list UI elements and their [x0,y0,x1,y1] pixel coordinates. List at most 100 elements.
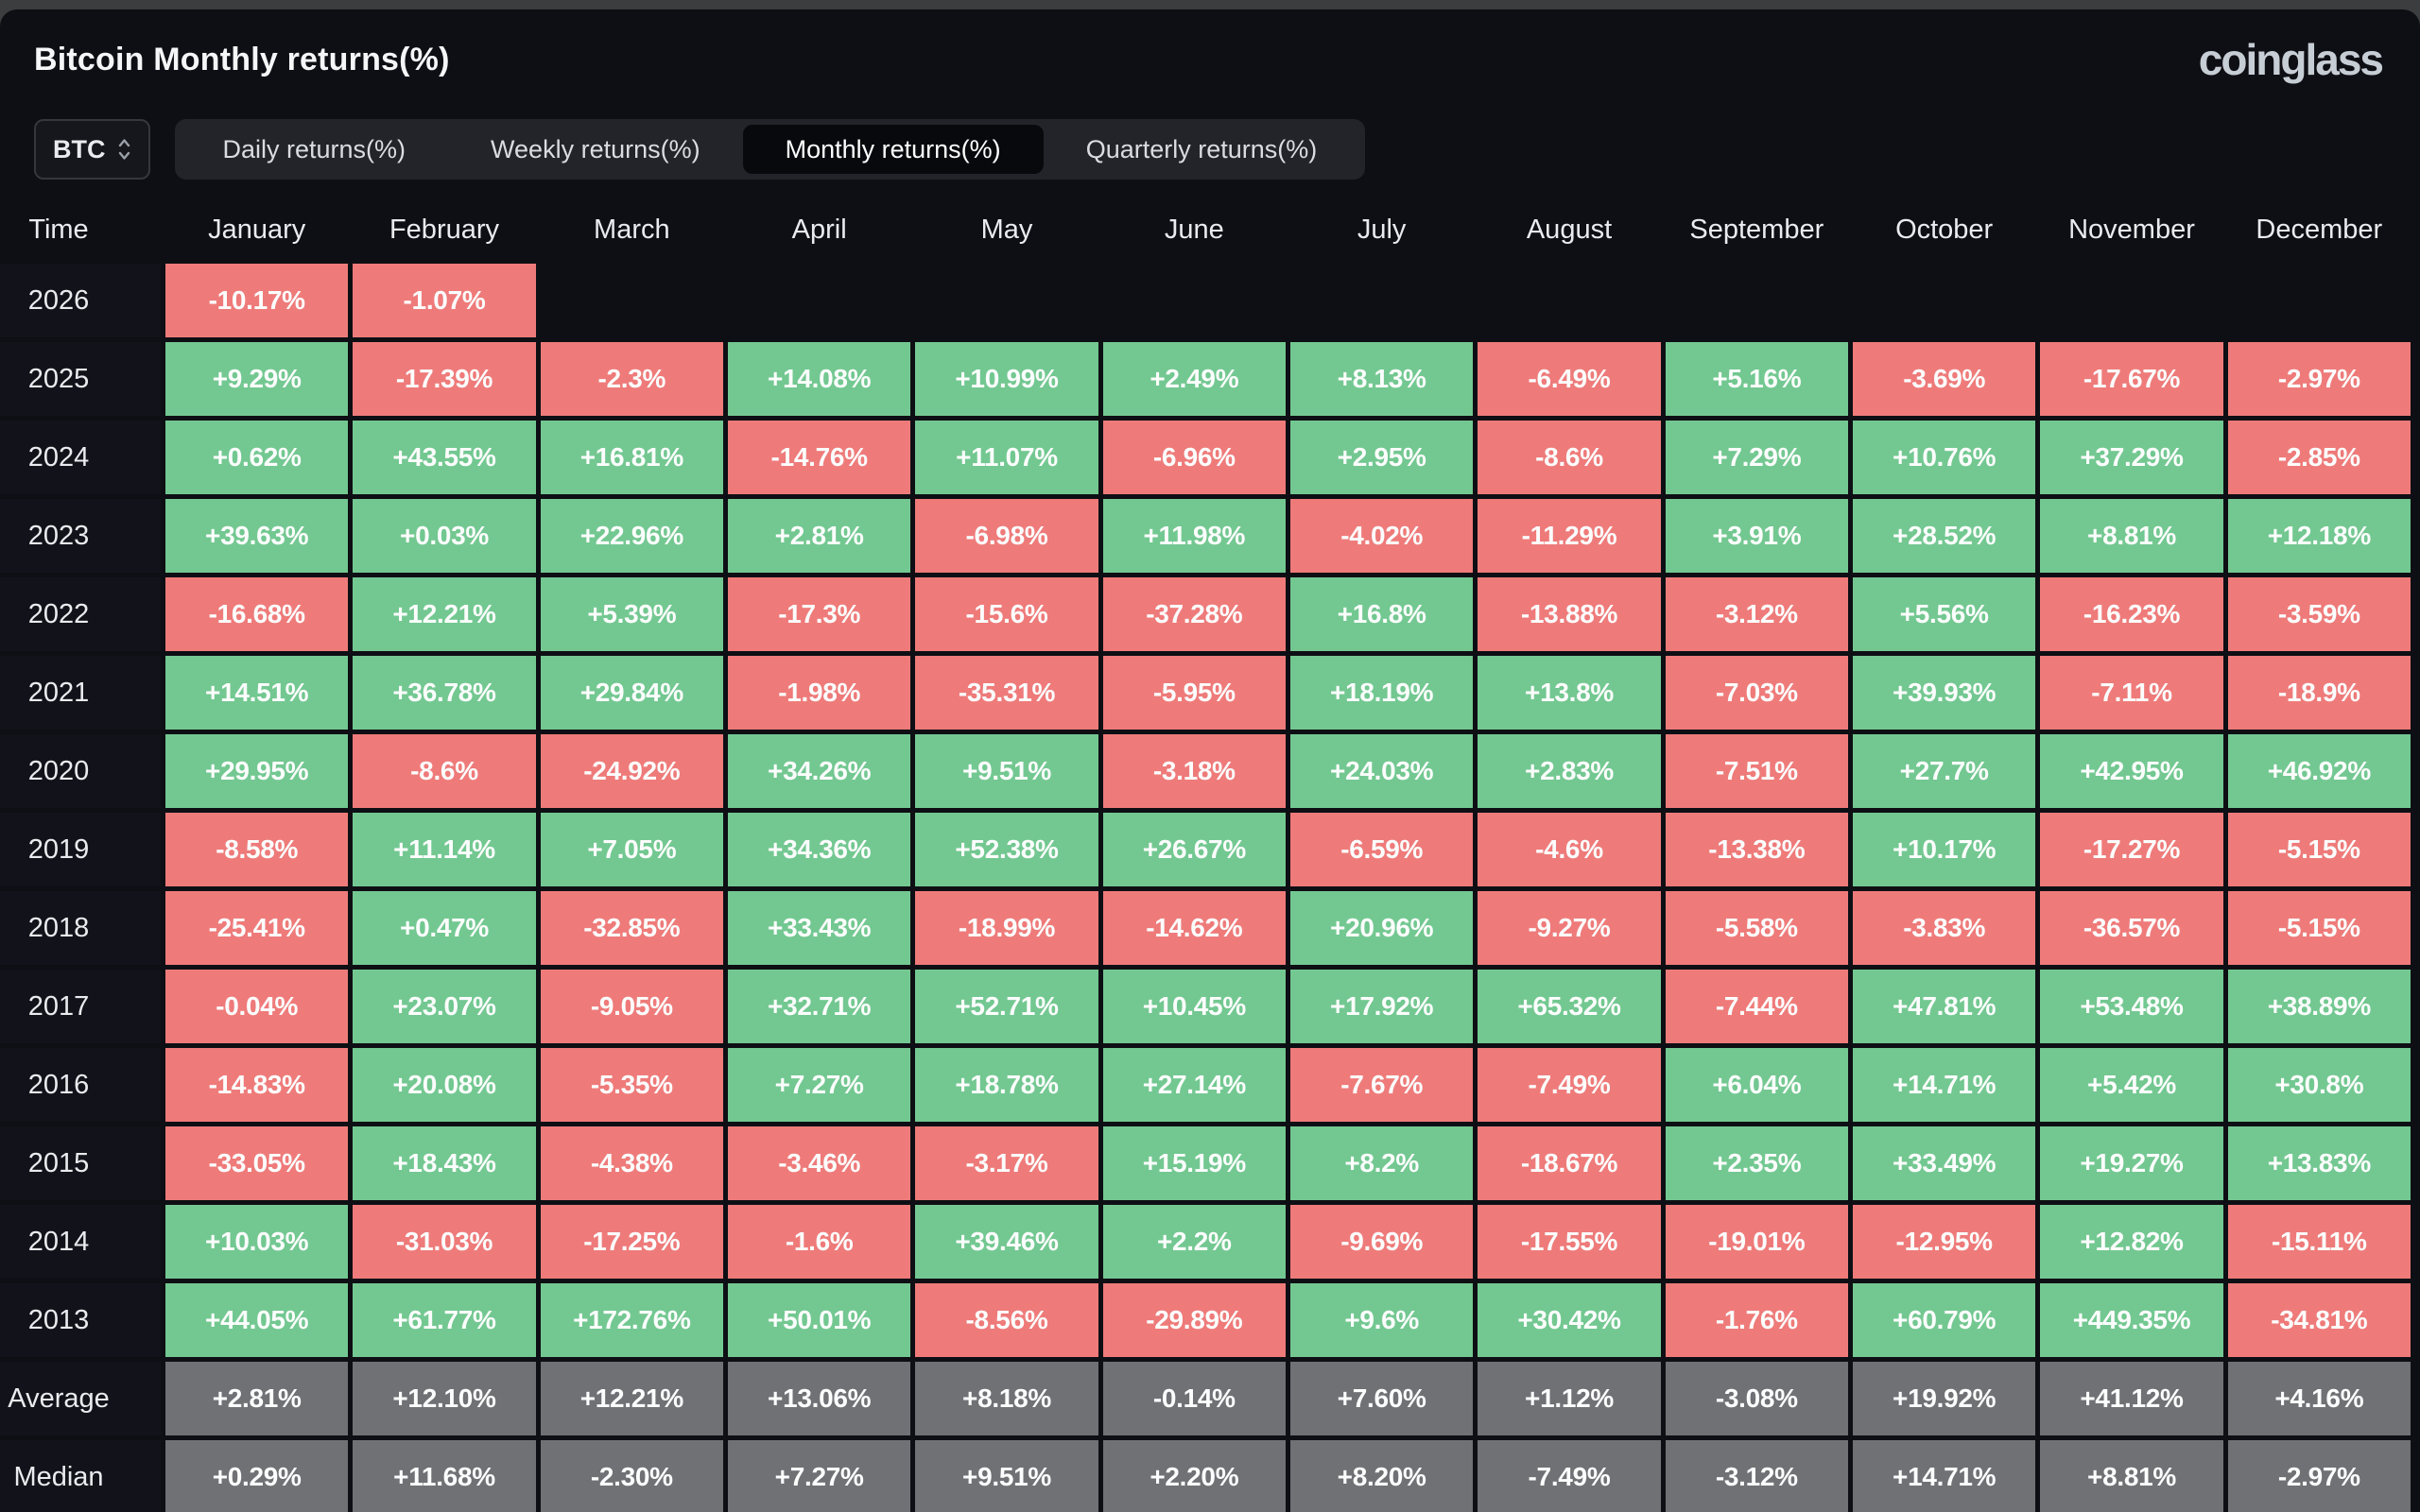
cell-median-october: +14.71% [1852,1440,2036,1512]
cell-2018-april: +33.43% [727,891,911,965]
cell-2017-may: +52.71% [915,970,1098,1043]
cell-2020-august: +2.83% [1478,734,1661,808]
cell-median-march: -2.30% [540,1440,723,1512]
month-header-may: May [980,214,1033,245]
tab-quarterly-returns[interactable]: Quarterly returns(%) [1044,125,1360,174]
cell-2020-april: +34.26% [727,734,911,808]
cell-2022-may: -15.6% [915,577,1098,651]
cell-2021-november: -7.11% [2040,656,2223,730]
row-label-2013: 2013 [0,1283,161,1357]
cell-2015-april: -3.46% [727,1126,911,1200]
cell-2015-august: -18.67% [1478,1126,1661,1200]
sort-arrows-icon [117,136,131,163]
cell-2023-july: -4.02% [1289,499,1474,573]
cell-2020-november: +42.95% [2040,734,2223,808]
cell-2018-october: -3.83% [1852,891,2036,965]
month-header-january: January [208,214,306,245]
cell-2015-july: +8.2% [1289,1126,1474,1200]
coin-select[interactable]: BTC [34,119,150,180]
cell-2023-june: +11.98% [1102,499,1286,573]
cell-2013-july: +9.6% [1289,1283,1474,1357]
cell-2023-november: +8.81% [2040,499,2223,573]
cell-2023-august: -11.29% [1478,499,1661,573]
cell-2013-february: +61.77% [353,1283,536,1357]
returns-period-tabs: Daily returns(%) Weekly returns(%) Month… [174,119,1366,180]
cell-2016-july: -7.67% [1289,1048,1474,1122]
cell-average-august: +1.12% [1478,1362,1661,1435]
cell-2021-march: +29.84% [540,656,723,730]
cell-median-june: +2.20% [1102,1440,1286,1512]
cell-2018-december: -5.15% [2227,891,2411,965]
cell-2016-june: +27.14% [1102,1048,1286,1122]
cell-2026-december [2228,264,2411,337]
cell-2021-february: +36.78% [353,656,536,730]
cell-2019-december: -5.15% [2227,813,2411,886]
cell-2025-may: +10.99% [915,342,1098,416]
cell-2019-january: -8.58% [165,813,349,886]
cell-2016-january: -14.83% [165,1048,349,1122]
row-label-2018: 2018 [0,891,161,965]
month-header-february: February [389,214,500,245]
cell-2022-february: +12.21% [353,577,536,651]
cell-2019-october: +10.17% [1852,813,2036,886]
cell-2024-august: -8.6% [1478,421,1661,494]
cell-2014-december: -15.11% [2227,1205,2411,1279]
cell-2018-january: -25.41% [165,891,349,965]
row-label-2026: 2026 [0,264,161,337]
tab-monthly-returns[interactable]: Monthly returns(%) [742,125,1044,174]
cell-2023-may: -6.98% [915,499,1098,573]
coin-select-label: BTC [53,134,106,163]
row-label-median: Median [0,1440,161,1512]
cell-2025-october: -3.69% [1852,342,2036,416]
cell-2018-june: -14.62% [1102,891,1286,965]
cell-2013-march: +172.76% [540,1283,723,1357]
cell-2014-march: -17.25% [540,1205,723,1279]
cell-average-may: +8.18% [915,1362,1098,1435]
cell-2024-january: +0.62% [165,421,349,494]
month-header-july: July [1357,214,1407,245]
cell-2021-october: +39.93% [1852,656,2036,730]
cell-2020-may: +9.51% [915,734,1098,808]
cell-2019-september: -13.38% [1665,813,1848,886]
cell-2022-january: -16.68% [165,577,349,651]
cell-2026-may [915,264,1098,337]
cell-2019-april: +34.36% [727,813,911,886]
row-label-average: Average [0,1362,161,1435]
tab-daily-returns[interactable]: Daily returns(%) [181,125,449,174]
header-bar: Bitcoin Monthly returns(%) coinglass [0,9,2420,93]
cell-2025-june: +2.49% [1102,342,1286,416]
cell-2017-march: -9.05% [540,970,723,1043]
cell-2017-november: +53.48% [2040,970,2223,1043]
cell-2016-december: +30.8% [2227,1048,2411,1122]
cell-2025-april: +14.08% [727,342,911,416]
months-header-row: Time January February March April May June Jul… [0,200,2420,259]
cell-2014-may: +39.46% [915,1205,1098,1279]
tab-weekly-returns[interactable]: Weekly returns(%) [448,125,743,174]
coinglass-logo[interactable]: coinglass [2199,34,2384,85]
cell-2017-september: -7.44% [1665,970,1848,1043]
cell-2024-september: +7.29% [1665,421,1848,494]
monthly-returns-table: Time January February March April May June Jul… [0,200,2420,1512]
cell-2014-april: -1.6% [727,1205,911,1279]
cell-2013-november: +449.35% [2040,1283,2223,1357]
cell-2015-november: +19.27% [2040,1126,2223,1200]
cell-2023-december: +12.18% [2227,499,2411,573]
cell-2018-may: -18.99% [915,891,1098,965]
month-header-november: November [2068,214,2195,245]
row-label-2022: 2022 [0,577,161,651]
cell-2021-june: -5.95% [1102,656,1286,730]
cell-median-may: +9.51% [915,1440,1098,1512]
cell-2020-march: -24.92% [540,734,723,808]
cell-2026-march [541,264,723,337]
cell-2016-october: +14.71% [1852,1048,2036,1122]
cell-2020-october: +27.7% [1852,734,2036,808]
cell-2018-february: +0.47% [353,891,536,965]
cell-average-july: +7.60% [1289,1362,1474,1435]
cell-2026-july [1290,264,1473,337]
cell-2013-august: +30.42% [1478,1283,1661,1357]
cell-2020-january: +29.95% [165,734,349,808]
row-label-2019: 2019 [0,813,161,886]
page: Bitcoin Monthly returns(%) coinglass BTC… [0,9,2420,1512]
month-header-september: September [1689,214,1824,245]
cell-2018-november: -36.57% [2040,891,2223,965]
